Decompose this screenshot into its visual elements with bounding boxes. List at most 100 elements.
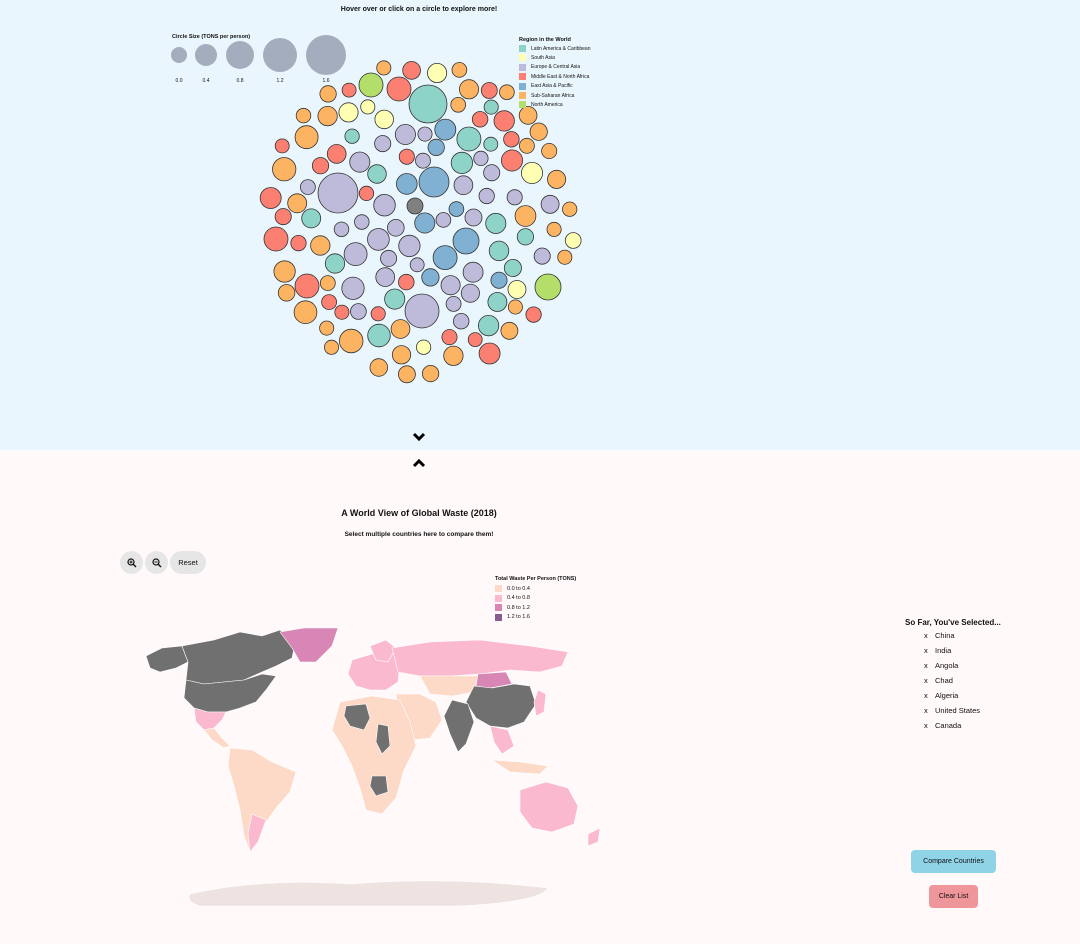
chevron-down-icon[interactable]	[412, 430, 426, 444]
country-bubble[interactable]	[483, 136, 499, 152]
country-bubble[interactable]	[295, 107, 312, 124]
country-bubble[interactable]	[441, 329, 458, 346]
country-bubble[interactable]	[507, 299, 523, 315]
country-bubble[interactable]	[344, 128, 360, 144]
country-bubble[interactable]	[450, 151, 473, 174]
country-bubble[interactable]	[391, 345, 412, 365]
country-bubble[interactable]	[390, 319, 411, 339]
country-new-zealand[interactable]	[587, 827, 601, 847]
country-bubble[interactable]	[369, 358, 389, 377]
country-bubble[interactable]	[398, 273, 415, 291]
country-canada[interactable]	[181, 629, 297, 685]
country-bubble[interactable]	[434, 118, 457, 141]
country-bubble[interactable]	[319, 85, 337, 103]
country-bubble[interactable]	[384, 288, 406, 310]
country-bubble[interactable]	[341, 82, 357, 98]
country-united-states-alaska[interactable]	[145, 645, 189, 673]
country-bubble[interactable]	[367, 164, 387, 184]
country-bubble[interactable]	[525, 306, 542, 323]
country-bubble[interactable]	[380, 249, 398, 267]
country-bubble[interactable]	[374, 135, 392, 153]
country-bubble[interactable]	[409, 257, 425, 273]
country-bubble[interactable]	[317, 106, 338, 127]
country-bubble[interactable]	[310, 235, 331, 256]
country-bubble[interactable]	[299, 179, 316, 196]
remove-country-icon[interactable]: x	[924, 676, 935, 685]
country-bubble[interactable]	[324, 253, 346, 274]
country-argentina[interactable]	[247, 813, 267, 853]
country-bubble[interactable]	[349, 151, 371, 173]
region-indonesia[interactable]	[490, 759, 549, 775]
country-bubble[interactable]	[406, 197, 424, 215]
country-bubble[interactable]	[478, 187, 495, 205]
country-bubble[interactable]	[367, 228, 390, 251]
country-bubble[interactable]	[418, 166, 450, 198]
country-bubble[interactable]	[287, 193, 308, 214]
country-japan[interactable]	[533, 689, 547, 717]
country-bubble[interactable]	[450, 97, 467, 113]
country-bubble[interactable]	[529, 122, 548, 141]
country-bubble[interactable]	[541, 142, 558, 159]
country-bubble[interactable]	[473, 150, 489, 166]
country-bubble[interactable]	[402, 61, 421, 80]
country-bubble[interactable]	[519, 137, 535, 154]
country-bubble[interactable]	[272, 157, 297, 182]
country-bubble[interactable]	[414, 212, 436, 234]
country-bubble[interactable]	[415, 152, 431, 169]
country-bubble[interactable]	[546, 221, 562, 237]
country-bubble[interactable]	[445, 295, 462, 312]
country-bubble[interactable]	[448, 201, 465, 217]
country-bubble[interactable]	[452, 227, 480, 255]
country-bubble[interactable]	[516, 228, 535, 246]
country-bubble[interactable]	[477, 314, 500, 337]
country-bubble[interactable]	[458, 79, 479, 100]
country-bubble[interactable]	[547, 169, 567, 189]
compare-countries-button[interactable]: Compare Countries	[911, 850, 996, 873]
country-bubble[interactable]	[500, 321, 519, 340]
country-bubble[interactable]	[376, 60, 392, 76]
remove-country-icon[interactable]: x	[924, 691, 935, 700]
country-bubble[interactable]	[451, 62, 468, 78]
country-bubble[interactable]	[263, 226, 289, 252]
country-bubble[interactable]	[534, 273, 562, 301]
country-bubble[interactable]	[480, 82, 498, 99]
country-bubble[interactable]	[562, 201, 578, 217]
remove-country-icon[interactable]: x	[924, 721, 935, 730]
country-bubble[interactable]	[370, 306, 386, 322]
country-bubble[interactable]	[358, 185, 375, 201]
country-bubble[interactable]	[323, 339, 339, 355]
country-bubble[interactable]	[467, 332, 483, 348]
country-bubble[interactable]	[375, 267, 396, 287]
country-bubble[interactable]	[533, 247, 551, 265]
country-bubble[interactable]	[564, 232, 582, 249]
country-bubble[interactable]	[333, 221, 350, 238]
country-bubble[interactable]	[514, 205, 537, 227]
country-bubble[interactable]	[386, 219, 405, 237]
country-bubble[interactable]	[367, 323, 391, 348]
country-bubble[interactable]	[408, 84, 448, 124]
country-bubble[interactable]	[427, 63, 448, 84]
country-bubble[interactable]	[301, 208, 322, 229]
country-bubble[interactable]	[503, 131, 520, 148]
country-bubble[interactable]	[326, 144, 347, 164]
remove-country-icon[interactable]: x	[924, 631, 935, 640]
country-bubble[interactable]	[334, 304, 350, 320]
country-bubble[interactable]	[293, 300, 318, 325]
country-bubble[interactable]	[507, 280, 527, 299]
country-bubble[interactable]	[540, 194, 560, 214]
remove-country-icon[interactable]: x	[924, 661, 935, 670]
country-bubble[interactable]	[488, 240, 510, 262]
region-central-asia[interactable]	[419, 675, 479, 697]
country-bubble[interactable]	[290, 235, 307, 252]
country-bubble[interactable]	[398, 148, 415, 165]
country-bubble[interactable]	[499, 84, 515, 100]
country-bubble[interactable]	[483, 164, 501, 182]
country-bubble[interactable]	[493, 110, 515, 132]
country-bubble[interactable]	[358, 72, 384, 98]
country-bubble[interactable]	[483, 99, 499, 115]
country-bubble[interactable]	[506, 189, 523, 206]
clear-list-button[interactable]: Clear List	[929, 885, 978, 908]
country-bubble[interactable]	[435, 212, 452, 228]
country-bubble[interactable]	[456, 126, 482, 152]
country-bubble[interactable]	[490, 271, 508, 289]
